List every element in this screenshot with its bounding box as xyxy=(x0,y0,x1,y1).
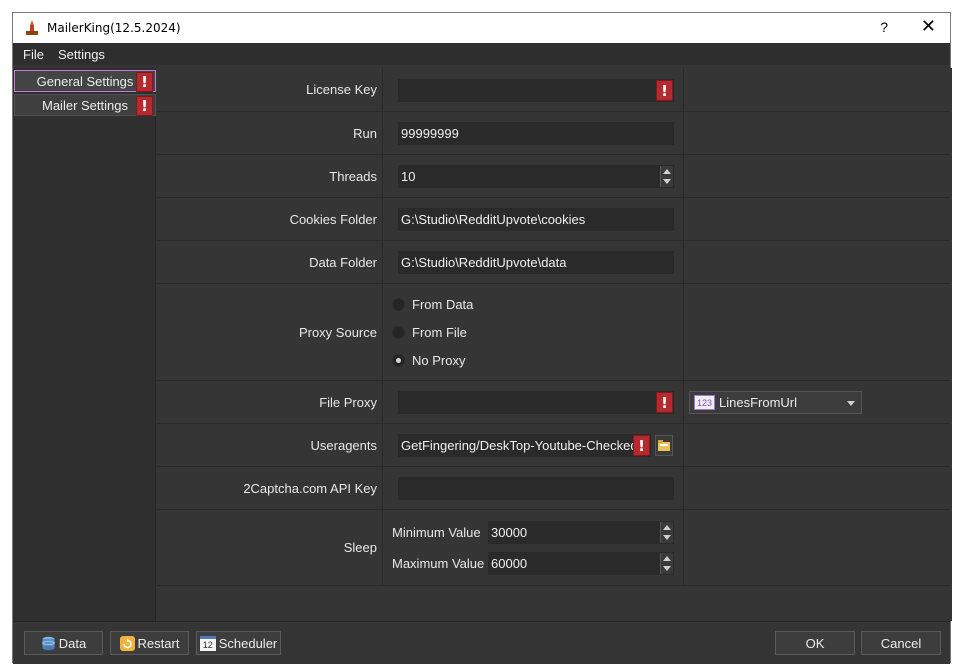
title-bar: MailerKing(12.5.2024) ? ✕ xyxy=(13,13,950,43)
radio-icon xyxy=(392,326,405,339)
file-proxy-input[interactable]: ! xyxy=(398,391,674,414)
menu-bar: File Settings xyxy=(13,43,950,65)
cancel-button[interactable]: Cancel xyxy=(861,631,941,655)
threads-label: Threads xyxy=(329,168,377,184)
cookies-folder-label: Cookies Folder xyxy=(289,211,377,227)
maximum-value-label: Maximum Value xyxy=(392,556,485,571)
sidebar-item-mailer-settings[interactable]: Mailer Settings ! xyxy=(14,94,156,116)
app-logo-icon xyxy=(23,19,41,37)
spin-arrows-icon[interactable] xyxy=(660,522,673,543)
menu-settings[interactable]: Settings xyxy=(58,47,105,62)
row-threads: Threads 10 xyxy=(157,155,950,198)
restart-button[interactable]: Restart xyxy=(110,631,189,655)
sidebar-item-general-settings[interactable]: General Settings ! xyxy=(14,70,156,92)
calendar-icon: 12 xyxy=(199,635,216,651)
row-file-proxy: File Proxy ! 123 LinesFromUrl xyxy=(157,381,950,424)
radio-from-data[interactable]: From Data xyxy=(392,297,473,312)
radio-from-file[interactable]: From File xyxy=(392,325,467,340)
database-icon xyxy=(41,636,56,651)
file-proxy-mode-select[interactable]: 123 LinesFromUrl xyxy=(689,391,862,414)
proxy-source-label: Proxy Source xyxy=(298,324,377,340)
spin-arrows-icon[interactable] xyxy=(660,553,673,574)
license-key-label: License Key xyxy=(306,82,377,97)
useragents-input[interactable]: GetFingering/DeskTop-Youtube-Checked. ! xyxy=(398,434,651,457)
threads-spinbox[interactable]: 10 xyxy=(398,165,674,188)
warning-icon: ! xyxy=(136,96,153,116)
data-folder-label: Data Folder xyxy=(309,254,377,270)
spin-arrows-icon[interactable] xyxy=(660,166,673,187)
minimum-value-spinbox[interactable]: 30000 xyxy=(488,521,674,544)
numbers-icon: 123 xyxy=(694,395,715,410)
row-proxy-source: Proxy Source From Data From File No Prox… xyxy=(157,284,950,381)
useragents-label: Useragents xyxy=(310,437,377,453)
cookies-folder-input[interactable]: G:\Studio\RedditUpvote\cookies xyxy=(398,208,674,231)
restart-icon xyxy=(119,635,135,651)
data-button[interactable]: Data xyxy=(24,631,103,655)
warning-icon: ! xyxy=(656,80,673,101)
file-proxy-label: File Proxy xyxy=(319,394,377,410)
row-captcha-key: 2Captcha.com API Key xyxy=(157,467,950,510)
warning-icon: ! xyxy=(633,435,650,456)
row-cookies-folder: Cookies Folder G:\Studio\RedditUpvote\co… xyxy=(157,198,950,241)
data-folder-input[interactable]: G:\Studio\RedditUpvote\data xyxy=(398,251,674,274)
maximum-value-spinbox[interactable]: 60000 xyxy=(488,552,674,575)
row-license-key: License Key ! xyxy=(157,68,950,112)
run-label: Run xyxy=(353,125,377,141)
captcha-key-input[interactable] xyxy=(398,477,674,500)
ok-button[interactable]: OK xyxy=(775,631,855,655)
settings-panel: License Key ! Run 99999999 Threads 10 Co… xyxy=(157,68,952,621)
row-data-folder: Data Folder G:\Studio\RedditUpvote\data xyxy=(157,241,950,284)
radio-icon xyxy=(392,298,405,311)
run-input[interactable]: 99999999 xyxy=(398,122,674,145)
chevron-down-icon xyxy=(847,401,855,406)
close-button[interactable]: ✕ xyxy=(921,16,936,37)
minimum-value-label: Minimum Value xyxy=(392,525,481,540)
row-sleep: Sleep Minimum Value 30000 Maximum Value … xyxy=(157,510,950,586)
sidebar: General Settings ! Mailer Settings ! xyxy=(13,68,156,621)
captcha-key-label: 2Captcha.com API Key xyxy=(243,480,377,496)
row-run: Run 99999999 xyxy=(157,112,950,155)
scheduler-button[interactable]: 12 Scheduler xyxy=(196,631,281,655)
help-button[interactable]: ? xyxy=(880,19,888,35)
menu-file[interactable]: File xyxy=(23,47,44,62)
folder-icon xyxy=(658,440,670,451)
browse-folder-button[interactable] xyxy=(655,435,673,456)
main-window: MailerKing(12.5.2024) ? ✕ File Settings … xyxy=(12,12,952,664)
warning-icon: ! xyxy=(656,392,673,413)
sleep-label: Sleep xyxy=(343,540,377,555)
radio-no-proxy[interactable]: No Proxy xyxy=(392,353,465,368)
radio-checked-icon xyxy=(392,354,405,367)
license-key-input[interactable]: ! xyxy=(398,79,674,102)
sidebar-item-label: Mailer Settings xyxy=(42,97,128,113)
row-useragents: Useragents GetFingering/DeskTop-Youtube-… xyxy=(157,424,950,467)
footer-toolbar: Data Restart 12 Scheduler OK Cancel xyxy=(13,621,950,664)
sidebar-item-label: General Settings xyxy=(36,73,134,89)
warning-icon: ! xyxy=(136,72,153,92)
window-title: MailerKing(12.5.2024) xyxy=(47,21,181,35)
